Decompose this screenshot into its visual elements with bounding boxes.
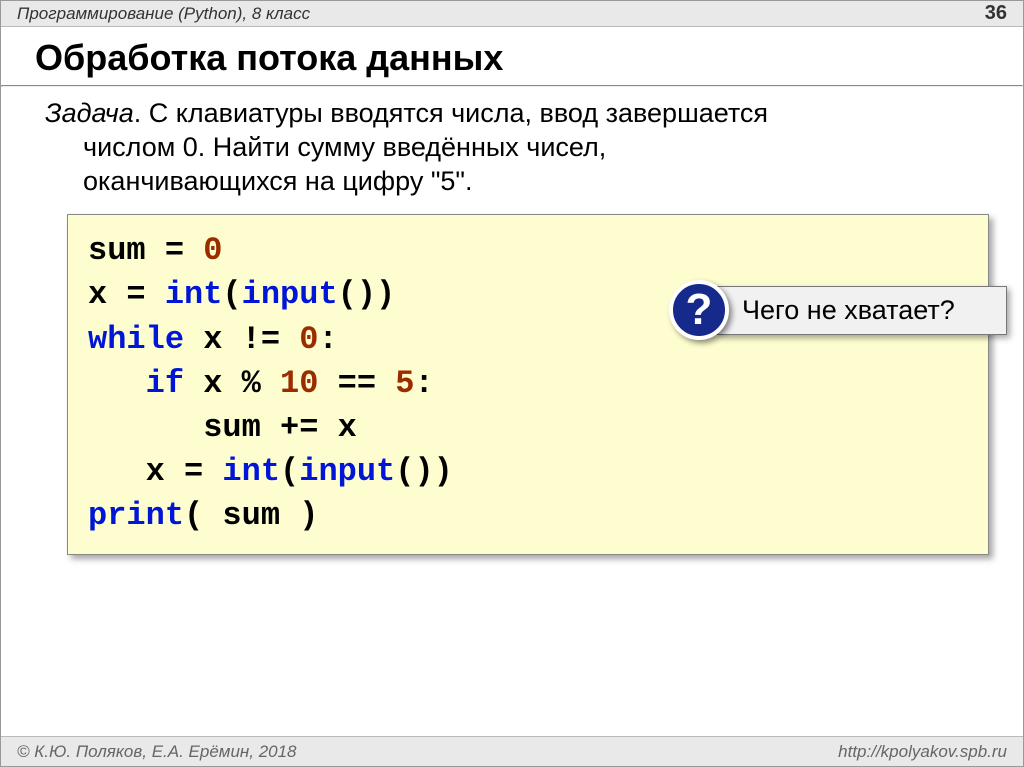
task-label: Задача xyxy=(45,98,134,128)
code-line-6: x = int(input()) xyxy=(88,450,968,494)
footer-bar: © К.Ю. Поляков, Е.А. Ерёмин, 2018 http:/… xyxy=(1,736,1023,766)
code-line-4: if x % 10 == 5: xyxy=(88,362,968,406)
task-text: Задача. С клавиатуры вводятся числа, вво… xyxy=(45,97,993,198)
task-line2: числом 0. Найти сумму введённых чисел, xyxy=(45,131,973,165)
copyright: © К.Ю. Поляков, Е.А. Ерёмин, 2018 xyxy=(17,742,297,762)
code-container: sum = 0 x = int(input()) while x != 0: i… xyxy=(67,214,989,555)
footer-url: http://kpolyakov.spb.ru xyxy=(838,742,1007,762)
code-line-7: print( sum ) xyxy=(88,494,968,538)
task-line1: . С клавиатуры вводятся числа, ввод заве… xyxy=(134,98,768,128)
code-line-5: sum += x xyxy=(88,406,968,450)
slide: Программирование (Python), 8 класс 36 Об… xyxy=(0,0,1024,767)
callout: ? Чего не хватает? xyxy=(669,280,1007,340)
page-title: Обработка потока данных xyxy=(1,27,1023,85)
page-number: 36 xyxy=(985,2,1007,25)
callout-text: Чего не хватает? xyxy=(717,286,1007,335)
content-area: Задача. С клавиатуры вводятся числа, вво… xyxy=(1,87,1023,555)
task-line3: оканчивающихся на цифру "5". xyxy=(45,165,973,199)
course-label: Программирование (Python), 8 класс xyxy=(17,4,310,24)
question-mark-icon: ? xyxy=(669,280,729,340)
header-bar: Программирование (Python), 8 класс 36 xyxy=(1,1,1023,27)
code-box: sum = 0 x = int(input()) while x != 0: i… xyxy=(67,214,989,555)
code-line-1: sum = 0 xyxy=(88,229,968,273)
